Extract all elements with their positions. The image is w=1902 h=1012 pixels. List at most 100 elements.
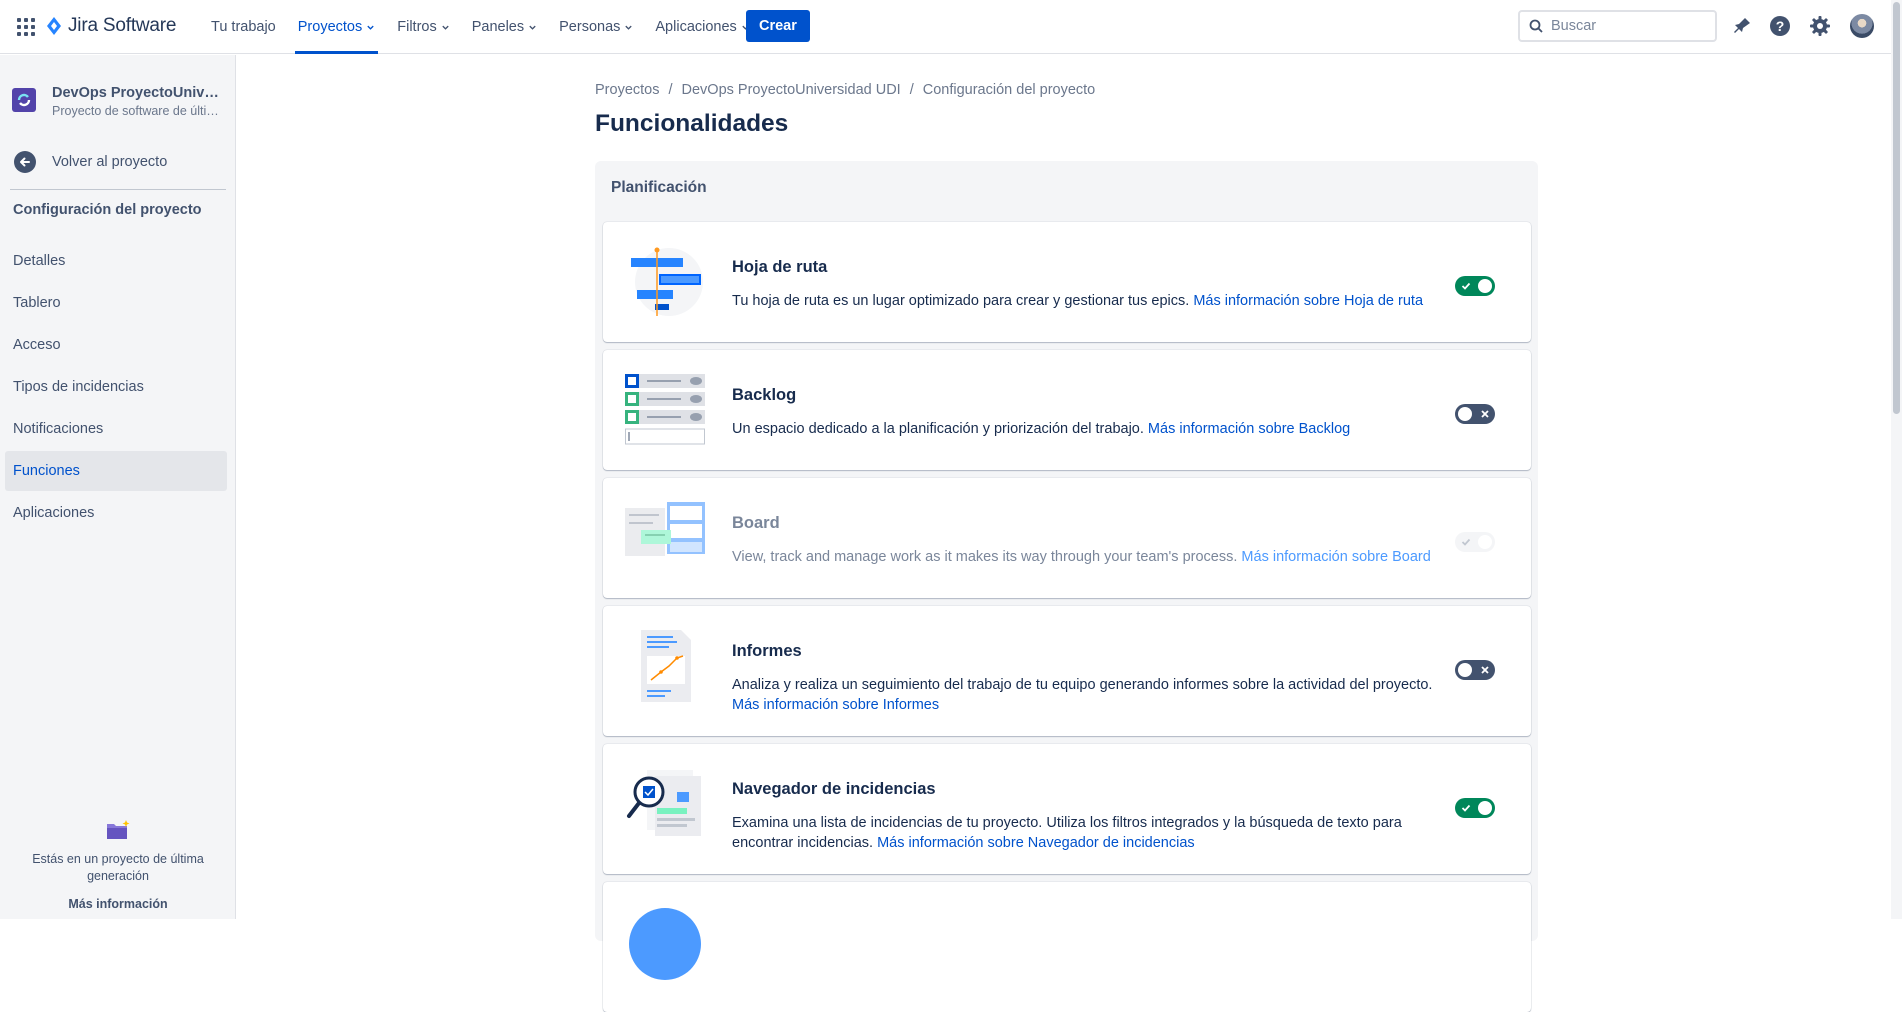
sidebar-item-0[interactable]: Detalles <box>5 241 227 281</box>
project-avatar <box>12 88 36 112</box>
toggle-knob <box>1458 407 1472 421</box>
issue-navigator-illustration-icon <box>627 770 701 836</box>
planning-panel: Planificación Hoja de ruta Tu hoja de ru… <box>595 161 1538 1012</box>
search-icon <box>1529 19 1543 33</box>
check-icon <box>1461 282 1471 290</box>
nav-item-4[interactable]: Personas <box>548 0 644 54</box>
project-type: Proyecto de software de última generació… <box>52 104 220 118</box>
reports-illustration-icon <box>641 630 691 702</box>
sidebar-section-title: Configuración del proyecto <box>13 202 202 218</box>
settings-icon[interactable] <box>1808 14 1832 38</box>
chevron-down-icon <box>625 25 633 30</box>
feature-more-info-link[interactable]: Más información sobre Backlog <box>1148 421 1350 437</box>
close-icon <box>1481 410 1489 418</box>
back-to-project-link[interactable]: Volver al proyecto <box>14 151 167 173</box>
primary-nav: Tu trabajo Proyectos Filtros Paneles Persona… <box>200 0 761 54</box>
nav-item-5[interactable]: Aplicaciones <box>644 0 760 54</box>
nav-item-label: Tu trabajo <box>211 19 276 35</box>
check-icon <box>1461 804 1471 812</box>
breadcrumb-projects[interactable]: Proyectos <box>595 82 659 98</box>
nav-item-0[interactable]: Tu trabajo <box>200 0 287 54</box>
project-name: DevOps ProyectoUniversidad UDI <box>52 85 220 101</box>
footer-more-info-link[interactable]: Más información <box>0 897 236 911</box>
toggle-knob <box>1478 279 1492 293</box>
feature-card-roadmap: Hoja de ruta Tu hoja de ruta es un lugar… <box>603 222 1531 342</box>
close-icon <box>1481 666 1489 674</box>
toggle-knob <box>1478 801 1492 815</box>
feature-card-backlog: Backlog Un espacio dedicado a la planifi… <box>603 350 1531 470</box>
issue-navigator-toggle[interactable] <box>1455 798 1495 818</box>
arrow-left-icon <box>14 151 36 173</box>
page-scrollbar[interactable] <box>1891 0 1902 919</box>
breadcrumb: Proyectos / DevOps ProyectoUniversidad U… <box>595 82 1095 98</box>
chevron-down-icon <box>367 25 374 30</box>
check-icon <box>1461 538 1471 546</box>
nav-item-label: Proyectos <box>297 19 363 35</box>
nav-item-1[interactable]: Proyectos <box>287 0 386 54</box>
feature-description: View, track and manage work as it makes … <box>732 549 1238 565</box>
chevron-down-icon <box>442 25 449 30</box>
nav-item-label: Paneles <box>471 19 525 35</box>
nav-item-3[interactable]: Paneles <box>461 0 548 54</box>
feature-more-info-link[interactable]: Más información sobre Hoja de ruta <box>1193 293 1423 309</box>
feature-card-reports: Informes Analiza y realiza un seguimient… <box>603 606 1531 736</box>
svg-text:?: ? <box>1776 18 1785 34</box>
backlog-illustration-icon <box>625 374 705 445</box>
nav-item-label: Personas <box>559 19 621 35</box>
board-illustration-icon <box>625 502 705 556</box>
sidebar-item-2[interactable]: Acceso <box>5 325 227 365</box>
scrollbar-thumb[interactable] <box>1893 2 1900 414</box>
roadmap-toggle[interactable] <box>1455 276 1495 296</box>
nav-item-2[interactable]: Filtros <box>386 0 460 54</box>
breadcrumb-project[interactable]: DevOps ProyectoUniversidad UDI <box>682 82 901 98</box>
create-button[interactable]: Crear <box>746 10 810 42</box>
jira-logo-icon <box>47 17 61 35</box>
help-icon[interactable]: ? <box>1768 14 1792 38</box>
panel-title: Planificación <box>611 179 707 196</box>
sidebar-item-6[interactable]: Aplicaciones <box>5 493 227 533</box>
feature-more-info-link[interactable]: Más información sobre Informes <box>732 697 939 713</box>
feature-more-info-link[interactable]: Más información sobre Board <box>1241 549 1430 565</box>
feature-title: Board <box>732 514 780 532</box>
sidebar-item-5[interactable]: Funciones <box>5 451 227 491</box>
sidebar-menu: Detalles Tablero Acceso Tipos de incidencia… <box>5 241 227 535</box>
search-box[interactable] <box>1518 10 1717 42</box>
feature-description: Tu hoja de ruta es un lugar optimizado p… <box>732 293 1190 309</box>
chevron-down-icon <box>529 25 536 30</box>
page-title: Funcionalidades <box>595 110 789 137</box>
toggle-knob <box>1458 663 1472 677</box>
reports-toggle[interactable] <box>1455 660 1495 680</box>
user-avatar[interactable] <box>1850 14 1874 38</box>
sidebar-footer: Estás en un proyecto de última generació… <box>0 819 236 919</box>
sidebar-item-4[interactable]: Notificaciones <box>5 409 227 449</box>
feature-title: Informes <box>732 642 802 660</box>
top-navigation: Jira Software Tu trabajo Proyectos Filtros… <box>0 0 1902 54</box>
feature-card-next <box>603 882 1531 1012</box>
feature-illustration-icon <box>629 908 701 980</box>
nav-item-label: Aplicaciones <box>655 19 737 35</box>
feature-more-info-link[interactable]: Más información sobre Navegador de incid… <box>877 835 1195 851</box>
nav-item-label: Filtros <box>397 19 437 35</box>
sidebar-item-3[interactable]: Tipos de incidencias <box>5 367 227 407</box>
feature-title: Hoja de ruta <box>732 258 828 276</box>
search-input[interactable] <box>1549 17 1715 35</box>
feature-description: Un espacio dedicado a la planificación y… <box>732 421 1144 437</box>
project-icon <box>17 93 31 107</box>
project-header[interactable]: DevOps ProyectoUniversidad UDI Proyecto … <box>12 85 220 118</box>
breadcrumb-settings[interactable]: Configuración del proyecto <box>923 82 1096 98</box>
sidebar-item-1[interactable]: Tablero <box>5 283 227 323</box>
footer-text: Estás en un proyecto de última generació… <box>32 852 204 883</box>
feature-card-board: Board View, track and manage work as it … <box>603 478 1531 598</box>
jira-logo[interactable]: Jira Software <box>46 15 176 37</box>
project-folder-icon <box>107 820 130 839</box>
backlog-toggle[interactable] <box>1455 404 1495 424</box>
logo-text: Jira Software <box>68 15 177 36</box>
roadmap-illustration-icon <box>631 247 703 316</box>
feature-card-issue-navigator: Navegador de incidencias Examina una lis… <box>603 744 1531 874</box>
notifications-icon[interactable] <box>1729 14 1753 38</box>
toggle-knob <box>1478 535 1492 549</box>
feature-title: Navegador de incidencias <box>732 780 936 798</box>
feature-description: Analiza y realiza un seguimiento del tra… <box>732 677 1433 693</box>
app-switcher-icon[interactable] <box>16 17 36 37</box>
breadcrumb-separator: / <box>668 82 673 98</box>
